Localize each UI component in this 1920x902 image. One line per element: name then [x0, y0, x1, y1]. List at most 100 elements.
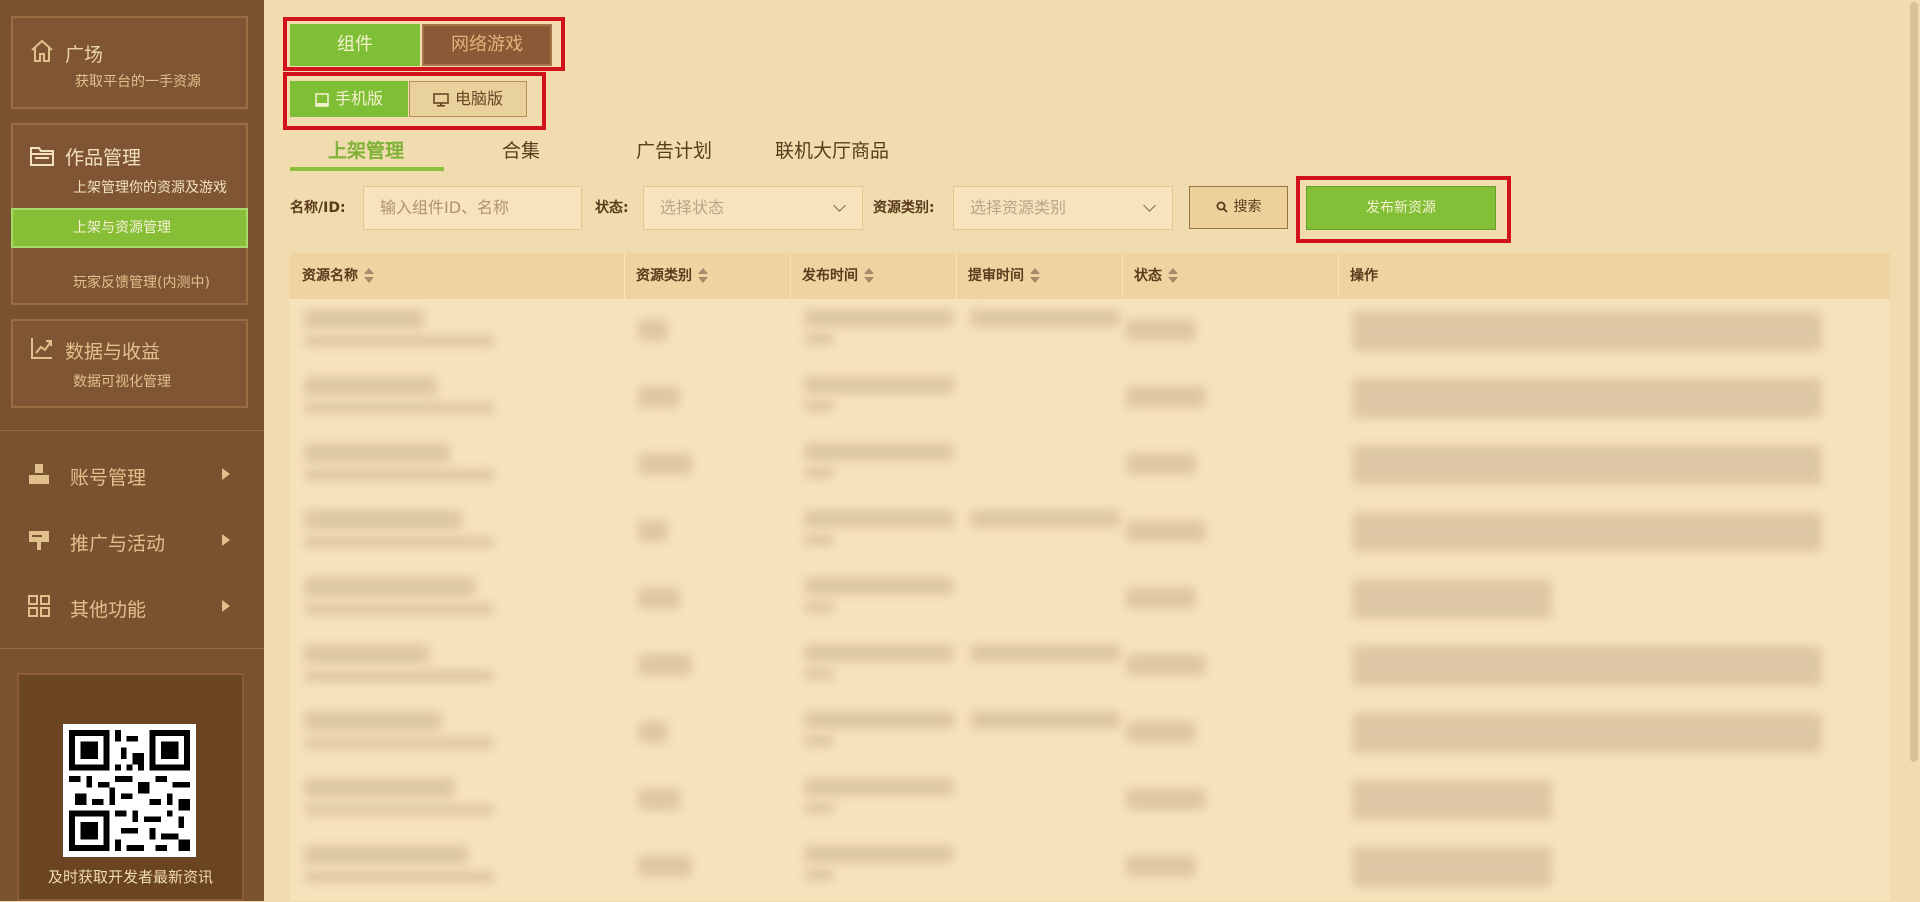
tab-listing-management[interactable]: 上架管理 — [328, 136, 404, 163]
column-resource-category[interactable]: 资源类别 — [624, 253, 790, 299]
redacted-cell — [1352, 311, 1822, 351]
redacted-cell — [1126, 654, 1206, 676]
redacted-cell — [638, 721, 668, 743]
redacted-cell — [304, 577, 476, 597]
redacted-cell — [304, 871, 494, 883]
toggle-component[interactable]: 组件 — [290, 24, 420, 66]
chevron-right-icon — [222, 534, 230, 546]
table-row[interactable] — [290, 634, 1890, 701]
chevron-down-icon — [833, 199, 846, 212]
sidebar-works-subtitle: 上架管理你的资源及游戏 — [73, 180, 227, 196]
status-select[interactable]: 选择状态 — [643, 186, 863, 230]
redacted-cell — [804, 333, 834, 345]
chevron-down-icon — [1143, 199, 1156, 212]
sort-icon[interactable] — [364, 268, 374, 284]
redacted-cell — [304, 309, 424, 329]
name-id-input[interactable]: 输入组件ID、名称 — [363, 186, 582, 230]
toggle-pc[interactable]: 电脑版 — [409, 81, 527, 117]
toggle-mobile[interactable]: 手机版 — [290, 81, 408, 117]
redacted-cell — [1126, 855, 1196, 877]
redacted-cell — [638, 319, 668, 341]
redacted-cell — [1352, 780, 1552, 820]
sort-icon[interactable] — [698, 268, 708, 284]
table-row[interactable] — [290, 433, 1890, 500]
redacted-cell — [1352, 646, 1822, 686]
sidebar-divider — [0, 648, 264, 649]
redacted-cell — [804, 845, 954, 863]
sidebar-item-player-feedback[interactable]: 玩家反馈管理(内测中) — [73, 272, 210, 292]
search-button[interactable]: 搜索 — [1189, 186, 1288, 229]
redacted-cell — [304, 711, 442, 731]
column-label: 状态 — [1134, 268, 1162, 284]
column-label: 操作 — [1350, 268, 1378, 284]
redacted-cell — [304, 536, 494, 548]
sidebar-item-plaza[interactable]: 广场 获取平台的一手资源 — [11, 16, 248, 109]
table-row[interactable] — [290, 768, 1890, 835]
category-select-value: 选择资源类别 — [970, 198, 1067, 217]
table-header: 资源名称 资源类别 发布时间 提审时间 状态 操作 — [290, 253, 1890, 299]
category-label: 资源类别: — [873, 200, 935, 216]
redacted-cell — [1126, 721, 1196, 743]
redacted-cell — [804, 577, 954, 595]
sidebar-works-title[interactable]: 作品管理 — [65, 143, 141, 170]
redacted-cell — [1352, 378, 1822, 418]
column-label: 资源名称 — [302, 268, 358, 284]
table-row[interactable] — [290, 567, 1890, 634]
category-select[interactable]: 选择资源类别 — [953, 186, 1173, 230]
tab-collection[interactable]: 合集 — [502, 136, 540, 163]
sidebar-plaza-subtitle: 获取平台的一手资源 — [75, 74, 201, 90]
redacted-cell — [638, 788, 680, 810]
redacted-cell — [304, 603, 494, 615]
redacted-cell — [638, 453, 692, 475]
redacted-cell — [304, 804, 494, 816]
redacted-cell — [304, 335, 494, 347]
column-resource-name[interactable]: 资源名称 — [290, 253, 624, 299]
sidebar-promotion-label: 推广与活动 — [70, 533, 166, 555]
table-row[interactable] — [290, 835, 1890, 902]
sort-icon[interactable] — [864, 268, 874, 284]
sort-icon[interactable] — [1030, 268, 1040, 284]
sidebar-item-data-revenue[interactable]: 数据与收益 数据可视化管理 — [11, 319, 248, 408]
column-review-time[interactable]: 提审时间 — [956, 253, 1122, 299]
column-publish-time[interactable]: 发布时间 — [790, 253, 956, 299]
status-label: 状态: — [595, 200, 629, 216]
chart-icon — [31, 338, 52, 359]
redacted-cell — [804, 467, 834, 479]
account-icon — [29, 464, 49, 484]
redacted-cell — [804, 735, 834, 747]
redacted-cell — [304, 778, 455, 798]
publish-new-resource-button[interactable]: 发布新资源 — [1306, 186, 1496, 230]
sort-icon[interactable] — [1168, 268, 1178, 284]
scrollbar-thumb[interactable] — [1910, 2, 1918, 762]
toggle-mobile-label: 手机版 — [334, 89, 383, 108]
sidebar-item-account[interactable]: 账号管理 — [0, 455, 264, 495]
redacted-cell — [804, 711, 954, 729]
sidebar-item-promotion[interactable]: 推广与活动 — [0, 521, 264, 561]
table-row[interactable] — [290, 500, 1890, 567]
redacted-cell — [1126, 386, 1206, 408]
redacted-cell — [638, 654, 692, 676]
redacted-cell — [1126, 587, 1196, 609]
redacted-cell — [304, 443, 450, 463]
chevron-right-icon — [222, 468, 230, 480]
sidebar-item-listing-management[interactable]: 上架与资源管理 — [11, 208, 248, 248]
table-row[interactable] — [290, 366, 1890, 433]
column-status[interactable]: 状态 — [1122, 253, 1338, 299]
tab-lobby-goods[interactable]: 联机大厅商品 — [775, 136, 889, 163]
redacted-cell — [1126, 520, 1206, 542]
table-row[interactable] — [290, 299, 1890, 366]
redacted-cell — [1352, 847, 1552, 887]
redacted-cell — [804, 668, 834, 680]
sidebar-data-subtitle: 数据可视化管理 — [73, 374, 171, 390]
toggle-netgame[interactable]: 网络游戏 — [422, 24, 552, 66]
redacted-cell — [304, 644, 429, 664]
name-id-label: 名称/ID: — [290, 200, 346, 216]
column-label: 发布时间 — [802, 268, 858, 284]
qr-caption: 及时获取开发者最新资讯 — [47, 868, 213, 886]
sidebar-item-other[interactable]: 其他功能 — [0, 587, 264, 627]
home-icon — [31, 39, 53, 62]
redacted-cell — [1126, 453, 1196, 475]
column-label: 提审时间 — [968, 268, 1024, 284]
tab-ad-plan[interactable]: 广告计划 — [636, 136, 712, 163]
table-row[interactable] — [290, 701, 1890, 768]
